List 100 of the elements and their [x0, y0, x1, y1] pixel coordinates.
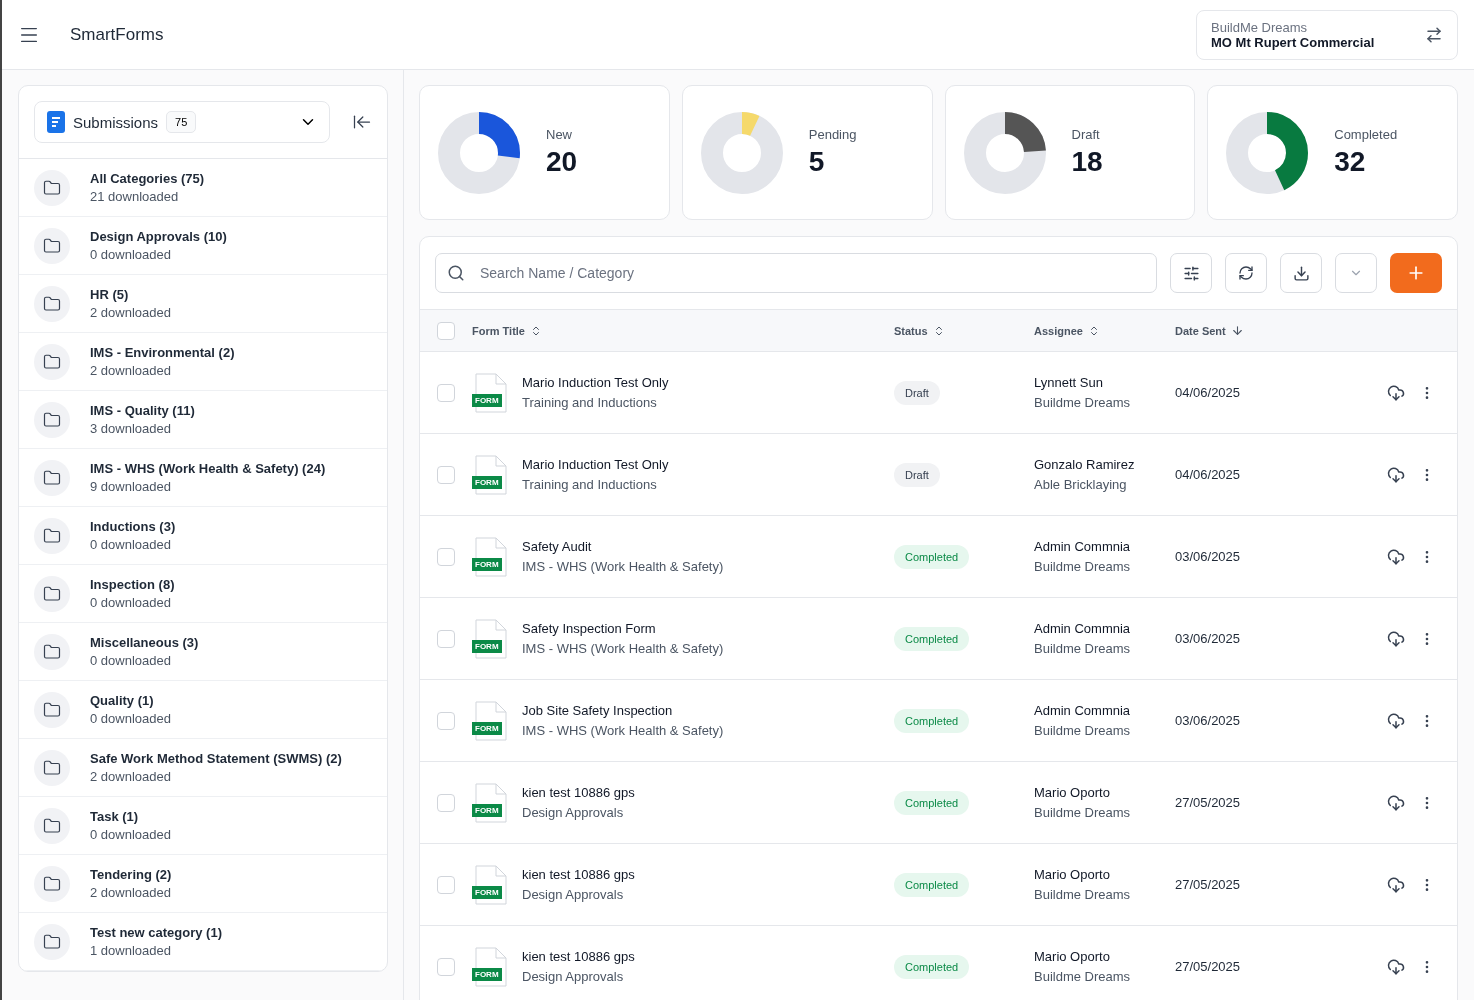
cloud-download-icon[interactable]	[1387, 711, 1405, 730]
category-item[interactable]: Safe Work Method Statement (SWMS) (2) 2 downloaded	[19, 739, 387, 797]
assignee-name: Lynnett Sun	[1034, 375, 1104, 390]
category-name: Safe Work Method Statement (SWMS) (2)	[90, 751, 342, 766]
category-item[interactable]: Design Approvals (10) 0 downloaded	[19, 217, 387, 275]
stat-label: Pending	[808, 127, 857, 142]
row-checkbox[interactable]	[437, 465, 455, 484]
category-item[interactable]: IMS - WHS (Work Health & Safety) (24) 9 downloaded	[19, 449, 387, 507]
form-category: IMS - WHS (Work Health & Safety)	[522, 559, 724, 574]
cloud-download-icon[interactable]	[1387, 383, 1405, 402]
category-name: Quality (1)	[90, 693, 155, 708]
form-title: kien test 10886 gps	[522, 949, 635, 964]
refresh-button[interactable]	[1225, 253, 1267, 293]
search-field[interactable]: Search Name / Category	[435, 253, 1157, 293]
filter-button[interactable]	[1170, 253, 1212, 293]
folder-icon	[34, 575, 70, 612]
download-button[interactable]	[1280, 253, 1322, 293]
table-row[interactable]: FORM kien test 10886 gps Design Approvals Completed Mario Oporto Buildme Dreams 27/05/2025	[420, 844, 1457, 926]
form-title: Mario Induction Test Only	[522, 457, 669, 472]
column-header[interactable]: Assignee	[1034, 324, 1100, 337]
category-item[interactable]: Quality (1) 0 downloaded	[19, 681, 387, 739]
status-pill: Draft	[894, 380, 940, 405]
submissions-dropdown[interactable]: Submissions 75	[34, 101, 330, 143]
category-name: Miscellaneous (3)	[90, 635, 199, 650]
table-row[interactable]: FORM Mario Induction Test Only Training and Inductions Draft Gonzalo Ramirez Able Bricklaying 04/06/2025	[420, 434, 1457, 516]
status-pill: Completed	[894, 954, 970, 979]
folder-icon	[34, 459, 70, 496]
table-row[interactable]: FORM kien test 10886 gps Design Approvals Completed Mario Oporto Buildme Dreams 27/05/2025	[420, 762, 1457, 844]
refresh-icon	[1238, 265, 1254, 281]
category-item[interactable]: IMS - Quality (11) 3 downloaded	[19, 391, 387, 449]
cloud-download-icon[interactable]	[1387, 629, 1405, 648]
download-count: 2 downloaded	[90, 363, 172, 378]
table-row[interactable]: FORM kien test 10886 gps Design Approvals Completed Mario Oporto Buildme Dreams 27/05/2025	[420, 926, 1457, 1000]
download-count: 0 downloaded	[90, 595, 172, 610]
assignee-company: Buildme Dreams	[1034, 641, 1132, 656]
category-item[interactable]: All Categories (75) 21 downloaded	[19, 159, 387, 217]
table-row[interactable]: FORM Job Site Safety Inspection IMS - WHS (Work Health & Safety) Completed Admin Commnia Buildme Dreams 03/06/2025	[420, 680, 1457, 762]
category-name: Test new category (1)	[90, 925, 222, 940]
assignee-company: Buildme Dreams	[1034, 559, 1132, 574]
category-name: Inductions (3)	[90, 519, 176, 534]
category-name: Design Approvals (10)	[90, 229, 227, 244]
row-checkbox[interactable]	[437, 875, 455, 894]
category-item[interactable]: Inspection (8) 0 downloaded	[19, 565, 387, 623]
assignee-name: Admin Commnia	[1034, 539, 1132, 554]
category-item[interactable]: Tendering (2) 2 downloaded	[19, 855, 387, 913]
category-name: IMS - Environmental (2)	[90, 345, 235, 360]
cloud-download-icon[interactable]	[1387, 793, 1405, 812]
column-header[interactable]: Status	[894, 324, 945, 337]
row-checkbox[interactable]	[437, 629, 455, 648]
category-item[interactable]: Inductions (3) 0 downloaded	[19, 507, 387, 565]
category-name: IMS - Quality (11)	[90, 403, 195, 418]
row-checkbox[interactable]	[437, 547, 455, 566]
form-category: Design Approvals	[522, 887, 625, 902]
date-sent: 03/06/2025	[1175, 631, 1242, 646]
column-header[interactable]: Form Title	[472, 324, 542, 337]
assignee-name: Mario Oporto	[1034, 785, 1111, 800]
column-header[interactable]: Date Sent	[1175, 324, 1244, 337]
table-row[interactable]: FORM Safety Inspection Form IMS - WHS (Work Health & Safety) Completed Admin Commnia Buildme Dreams 03/06/2025	[420, 598, 1457, 680]
folder-icon	[34, 807, 70, 844]
category-name: Inspection (8)	[90, 577, 175, 592]
folder-icon	[34, 633, 70, 670]
folder-icon	[34, 923, 70, 960]
category-item[interactable]: Test new category (1) 1 downloaded	[19, 913, 387, 971]
date-sent: 27/05/2025	[1175, 959, 1242, 974]
date-sent: 27/05/2025	[1175, 795, 1242, 810]
form-title: Safety Inspection Form	[522, 621, 657, 636]
table-row[interactable]: FORM Mario Induction Test Only Training and Inductions Draft Lynnett Sun Buildme Dreams 04/06/2025	[420, 352, 1457, 434]
category-item[interactable]: Miscellaneous (3) 0 downloaded	[19, 623, 387, 681]
add-button[interactable]	[1390, 253, 1442, 293]
row-checkbox[interactable]	[437, 793, 455, 812]
row-checkbox[interactable]	[437, 383, 455, 402]
download-icon	[1292, 264, 1310, 282]
status-pill: Completed	[894, 544, 970, 569]
category-item[interactable]: Task (1) 0 downloaded	[19, 797, 387, 855]
project-switcher[interactable]: BuildMe Dreams MO Mt Rupert Commercial	[1196, 9, 1458, 60]
category-item[interactable]: IMS - Environmental (2) 2 downloaded	[19, 333, 387, 391]
category-name: HR (5)	[90, 287, 130, 302]
download-count: 2 downloaded	[90, 305, 171, 320]
folder-icon	[34, 749, 70, 786]
assignee-company: Buildme Dreams	[1034, 395, 1132, 410]
date-sent: 04/06/2025	[1175, 467, 1242, 482]
select-all-checkbox[interactable]	[437, 321, 455, 340]
cloud-download-icon[interactable]	[1387, 957, 1405, 976]
assignee-company: Buildme Dreams	[1034, 723, 1132, 738]
download-count: 0 downloaded	[90, 827, 171, 842]
table-row[interactable]: FORM Safety Audit IMS - WHS (Work Health & Safety) Completed Admin Commnia Buildme Dreams 03/06/2025	[420, 516, 1457, 598]
download-count: 2 downloaded	[90, 769, 172, 784]
cloud-download-icon[interactable]	[1387, 547, 1405, 566]
document-icon	[47, 111, 65, 133]
category-item[interactable]: HR (5) 2 downloaded	[19, 275, 387, 333]
stat-value: 32	[1334, 146, 1367, 178]
status-pill: Completed	[894, 872, 970, 897]
download-count: 21 downloaded	[90, 189, 180, 204]
cloud-download-icon[interactable]	[1387, 465, 1405, 484]
row-checkbox[interactable]	[437, 711, 455, 730]
row-checkbox[interactable]	[437, 957, 455, 976]
form-category: Design Approvals	[522, 969, 625, 984]
cloud-download-icon[interactable]	[1387, 875, 1405, 894]
download-count: 0 downloaded	[90, 653, 172, 668]
form-title: Job Site Safety Inspection	[522, 703, 674, 718]
